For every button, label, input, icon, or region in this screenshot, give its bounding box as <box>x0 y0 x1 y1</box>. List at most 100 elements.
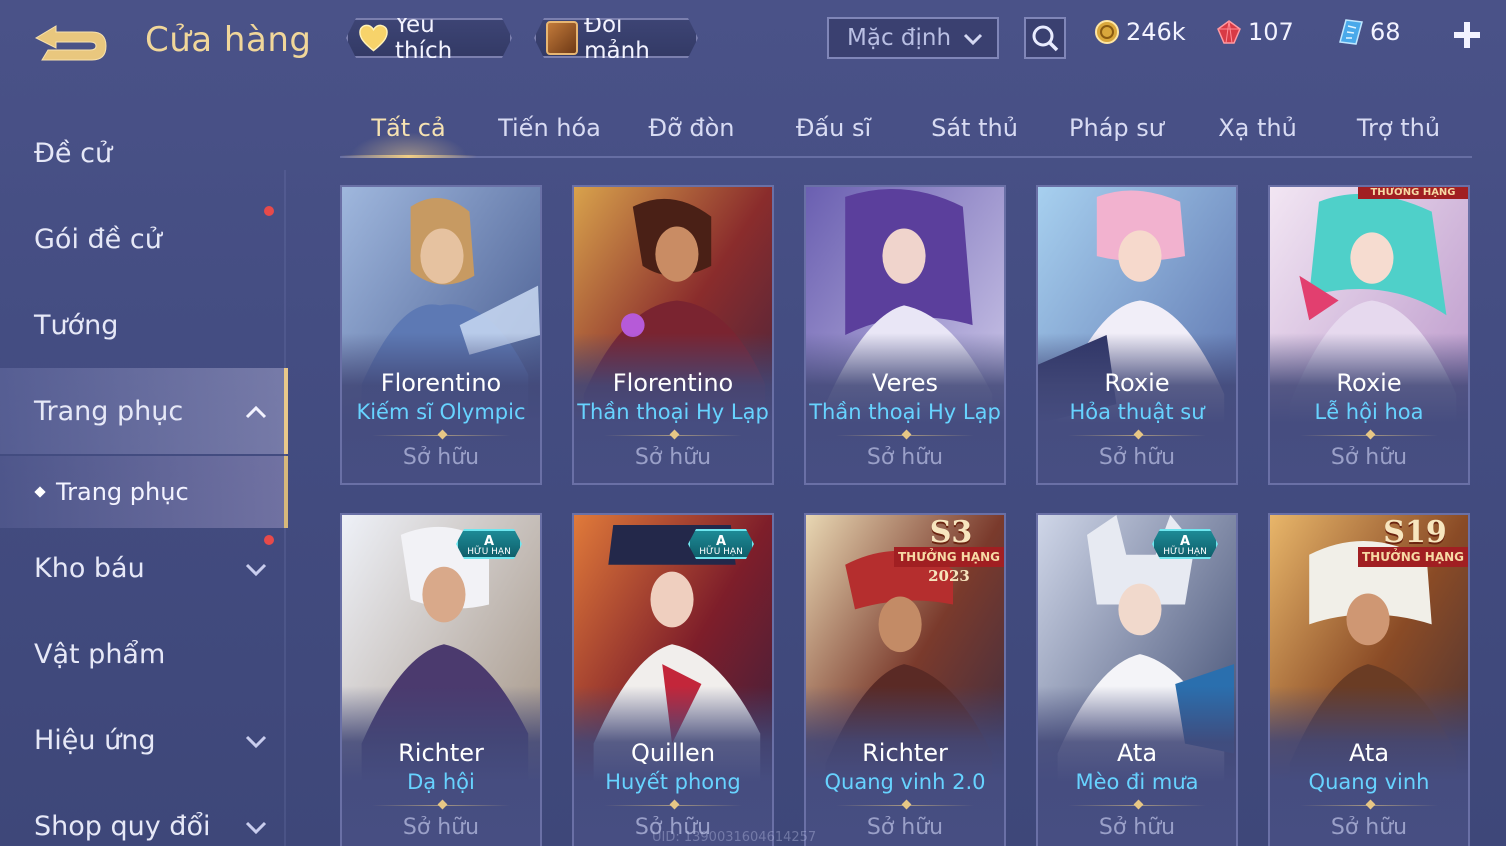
ranked-ribbon: THƯỞNG HẠNG <box>894 547 1004 567</box>
skin-name: Quang vinh 2.0 <box>824 770 986 794</box>
limited-badge: A HỮU HẠN <box>456 529 522 559</box>
skin-card[interactable]: Roxie Hỏa thuật sư Sở hữu <box>1036 185 1238 485</box>
limited-badge: A HỮU HẠN <box>688 529 754 559</box>
tab-evolution[interactable]: Tiến hóa <box>481 100 618 156</box>
heart-icon <box>358 23 389 53</box>
skin-card[interactable]: Veres Thần thoại Hy Lạp Sở hữu <box>804 185 1006 485</box>
notification-dot <box>264 535 274 545</box>
season-label: S19 <box>1383 515 1447 550</box>
badge-label: HỮU HẠN <box>467 547 511 557</box>
sidebar-item-recommended-bundles[interactable]: Gói đề cử <box>0 196 288 282</box>
voucher-crystal-icon <box>1339 19 1363 45</box>
sort-dropdown[interactable]: Mặc định <box>827 17 999 59</box>
search-button[interactable] <box>1024 17 1066 59</box>
ruby-amount: 107 <box>1248 18 1294 46</box>
owned-status: Sở hữu <box>402 815 480 840</box>
badge-label: HỮU HẠN <box>699 547 743 557</box>
favorites-button[interactable]: Yêu thích <box>346 18 512 58</box>
skin-name: Hỏa thuật sư <box>1069 400 1205 424</box>
uid-watermark: UID: 1390031604614257 <box>652 830 817 845</box>
chevron-up-icon <box>245 405 267 419</box>
skin-name: Huyết phong <box>605 770 741 794</box>
chest-icon <box>546 21 578 55</box>
owned-status: Sở hữu <box>866 445 944 470</box>
skin-card[interactable]: A HỮU HẠN Ata Mèo đi mưa Sở hữu <box>1036 513 1238 846</box>
season-label: S3 <box>929 515 973 550</box>
sidebar-item-exchange-shop[interactable]: Shop quy đổi <box>0 783 288 846</box>
chevron-down-icon <box>245 563 267 577</box>
tab-tank[interactable]: Đỡ đòn <box>623 100 760 156</box>
season-year: 2023 <box>928 567 970 585</box>
plus-icon <box>1454 22 1480 48</box>
badge-label: HỮU HẠN <box>1163 547 1207 557</box>
hero-name: Richter <box>398 739 484 767</box>
owned-status: Sở hữu <box>866 815 944 840</box>
sidebar-item-skins[interactable]: Trang phục <box>0 368 288 454</box>
chevron-down-icon <box>245 821 267 835</box>
sidebar-item-label: Kho báu <box>34 552 145 584</box>
sort-selected-value: Mặc định <box>847 25 952 51</box>
owned-status: Sở hữu <box>1098 815 1176 840</box>
sidebar-item-items[interactable]: Vật phẩm <box>0 611 288 697</box>
tab-fighter[interactable]: Đấu sĩ <box>765 100 902 156</box>
owned-status: Sở hữu <box>634 445 712 470</box>
sidebar-subitem-label: Trang phục <box>56 478 189 506</box>
tab-all[interactable]: Tất cả <box>340 100 477 158</box>
bullet-icon <box>34 486 46 498</box>
tab-mage[interactable]: Pháp sư <box>1048 100 1185 156</box>
hero-name: Ata <box>1348 739 1390 767</box>
back-arrow-icon[interactable] <box>34 22 114 66</box>
ranked-reward-badge: S3 THƯỞNG HẠNG 2023 <box>894 515 1004 589</box>
hero-name: Richter <box>862 739 948 767</box>
skin-card[interactable]: A HỮU HẠN Quillen Huyết phong Sở hữu <box>572 513 774 846</box>
sidebar: Đề cử Gói đề cử Tướng Trang phục Trang p… <box>0 110 288 846</box>
gold-coin-icon <box>1095 20 1119 44</box>
chevron-down-icon <box>245 735 267 749</box>
top-bar: Cửa hàng Yêu thích Đổi mảnh Mặc định 246… <box>0 0 1506 80</box>
sidebar-item-label: Tướng <box>34 309 119 341</box>
sidebar-item-label: Trang phục <box>34 395 184 427</box>
hero-name: Florentino <box>612 369 734 397</box>
sidebar-item-label: Shop quy đổi <box>34 810 211 842</box>
tab-marksman[interactable]: Xạ thủ <box>1189 100 1326 156</box>
owned-status: Sở hữu <box>1330 815 1408 840</box>
skin-card[interactable]: S19 THƯỞNG HẠNG Ata Quang vinh Sở hữu <box>1268 513 1470 846</box>
sidebar-item-label: Hiệu ứng <box>34 724 156 756</box>
sidebar-subitem-skins[interactable]: Trang phục <box>0 456 288 528</box>
skin-name: Mèo đi mưa <box>1075 770 1199 794</box>
chevron-down-icon <box>963 33 983 46</box>
search-icon <box>1032 25 1059 52</box>
sidebar-item-label: Vật phẩm <box>34 638 166 670</box>
add-currency-button[interactable] <box>1452 20 1482 50</box>
limited-badge: A HỮU HẠN <box>1152 529 1218 559</box>
skin-card[interactable]: Florentino Thần thoại Hy Lạp Sở hữu <box>572 185 774 485</box>
tab-support[interactable]: Trợ thủ <box>1330 100 1467 156</box>
exchange-shards-button[interactable]: Đổi mảnh <box>534 18 698 58</box>
skin-name: Thần thoại Hy Lạp <box>577 400 769 424</box>
ruby-gem-icon <box>1217 20 1241 44</box>
sidebar-item-recommended[interactable]: Đề cử <box>0 110 288 196</box>
skin-card[interactable]: THƯỞNG HẠNG Roxie Lễ hội hoa Sở hữu <box>1268 185 1470 485</box>
skin-card[interactable]: A HỮU HẠN Richter Dạ hội Sở hữu <box>340 513 542 846</box>
hero-name: Quillen <box>630 739 716 767</box>
owned-status: Sở hữu <box>1330 445 1408 470</box>
skin-name: Thần thoại Hy Lạp <box>809 400 1001 424</box>
hero-name: Roxie <box>1336 369 1402 397</box>
sidebar-item-effects[interactable]: Hiệu ứng <box>0 697 288 783</box>
skin-name: Dạ hội <box>407 770 475 794</box>
skin-name: Lễ hội hoa <box>1314 400 1424 424</box>
hero-name: Veres <box>872 369 938 397</box>
voucher-balance: 68 <box>1338 18 1401 46</box>
gold-balance: 246k <box>1094 18 1186 46</box>
sidebar-item-heroes[interactable]: Tướng <box>0 282 288 368</box>
ranked-reward-badge: S19 THƯỞNG HẠNG <box>1358 515 1468 571</box>
skin-card[interactable]: S3 THƯỞNG HẠNG 2023 Richter Quang vinh 2… <box>804 513 1006 846</box>
sidebar-item-treasure[interactable]: Kho báu <box>0 525 288 611</box>
sidebar-item-label: Gói đề cử <box>34 223 162 255</box>
tab-assassin[interactable]: Sát thủ <box>906 100 1043 156</box>
category-tabs: Tất cả Tiến hóa Đỡ đòn Đấu sĩ Sát thủ Ph… <box>340 100 1472 158</box>
owned-status: Sở hữu <box>1098 445 1176 470</box>
skin-card[interactable]: Florentino Kiếm sĩ Olympic Sở hữu <box>340 185 542 485</box>
gold-amount: 246k <box>1126 18 1186 46</box>
hero-name: Ata <box>1116 739 1158 767</box>
